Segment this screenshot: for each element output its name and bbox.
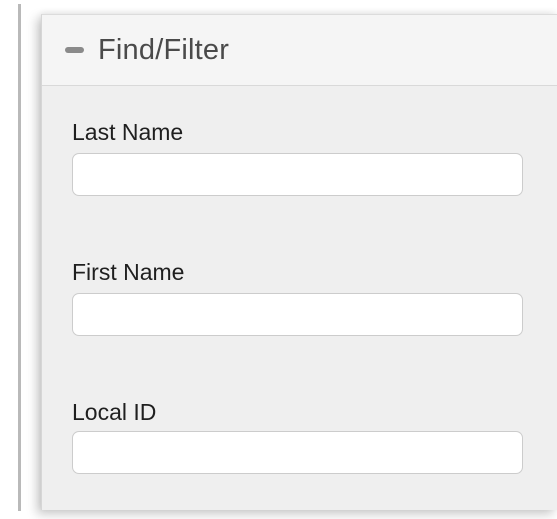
panel-header: Find/Filter xyxy=(42,15,557,86)
collapse-panel-button[interactable]: Find/Filter xyxy=(42,15,229,85)
page: Find/Filter Last Name First Name Local I… xyxy=(0,0,557,519)
first-name-input[interactable] xyxy=(72,293,523,336)
last-name-input[interactable] xyxy=(72,153,523,196)
local-id-label: Local ID xyxy=(72,399,157,425)
local-id-input[interactable] xyxy=(72,431,523,474)
minus-icon[interactable] xyxy=(65,47,84,53)
last-name-label: Last Name xyxy=(72,119,184,145)
find-filter-panel: Find/Filter Last Name First Name Local I… xyxy=(41,14,557,510)
first-name-label: First Name xyxy=(72,259,185,285)
window-edge-divider xyxy=(18,4,21,511)
panel-title: Find/Filter xyxy=(98,33,230,66)
